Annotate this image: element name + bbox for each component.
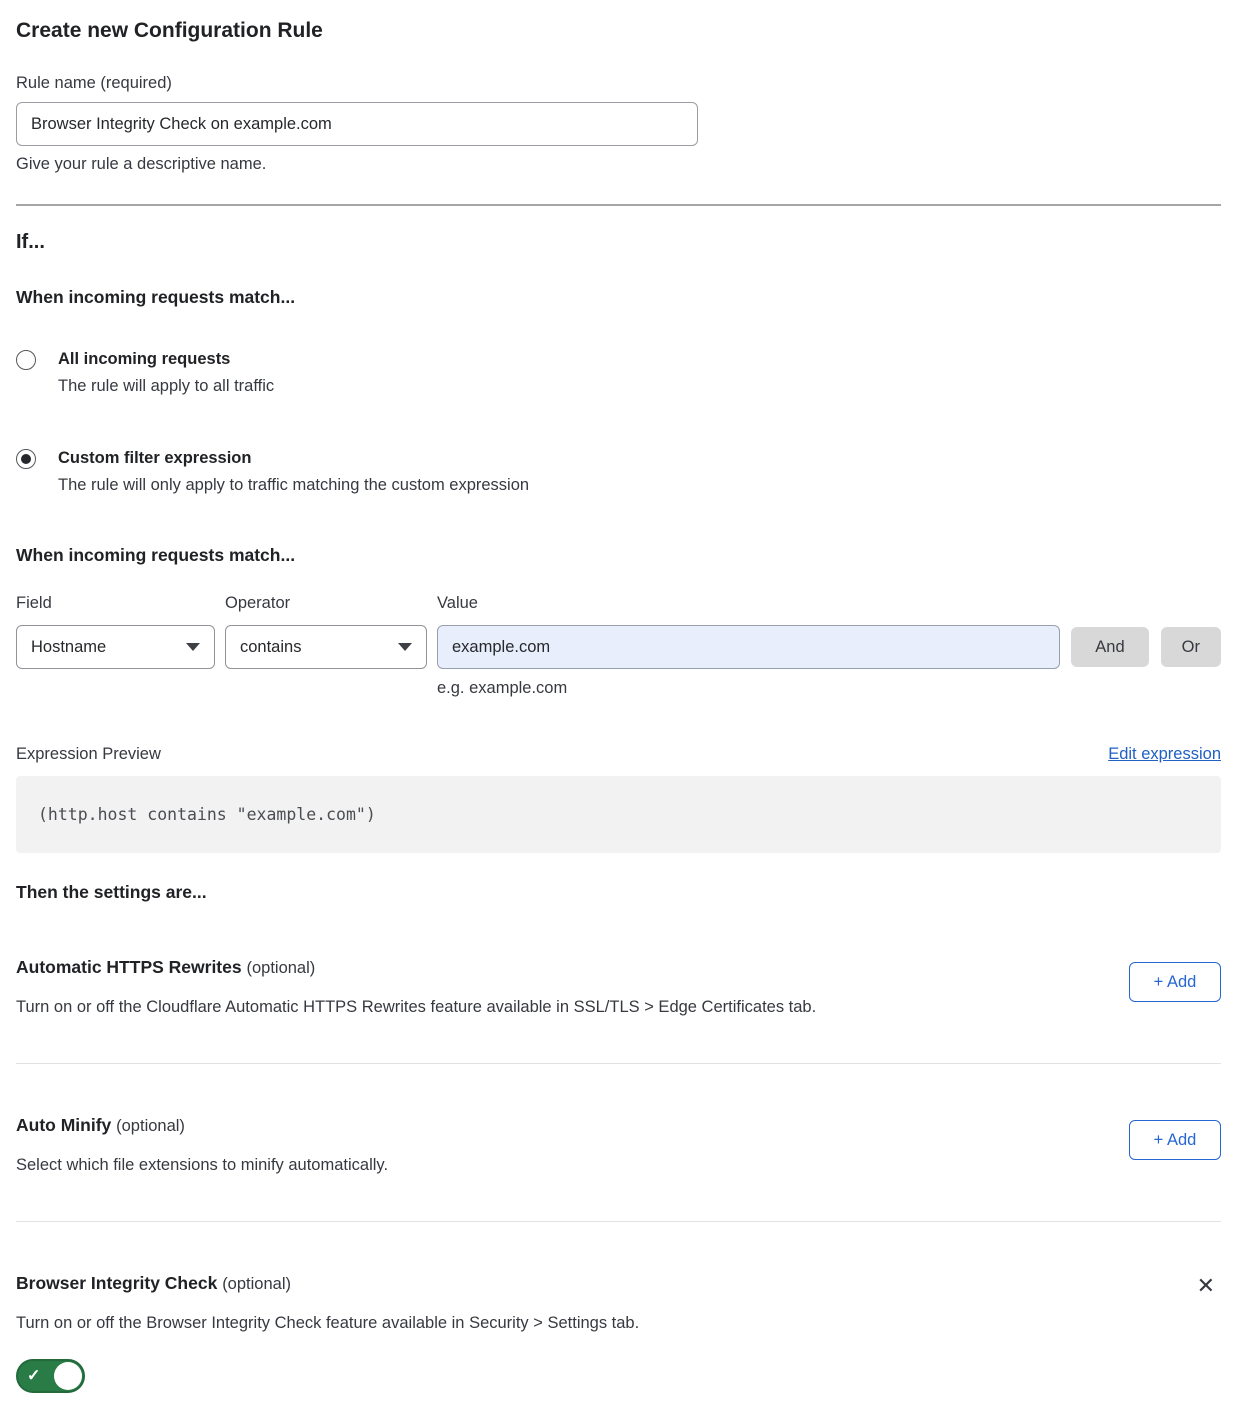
value-helper: e.g. example.com — [437, 679, 1060, 698]
radio-all-incoming-text: All incoming requests The rule will appl… — [58, 349, 274, 396]
expression-builder-row: Field Hostname Operator contains Value e… — [16, 594, 1221, 698]
match-heading: When incoming requests match... — [16, 287, 1221, 308]
setting-auto-minify-title: Auto Minify (optional) — [16, 1115, 388, 1137]
and-button[interactable]: And — [1071, 627, 1148, 667]
setting-bic-description: Turn on or off the Browser Integrity Che… — [16, 1314, 639, 1333]
optional-tag: (optional) — [116, 1117, 185, 1135]
setting-auto-minify-description: Select which file extensions to minify a… — [16, 1156, 388, 1175]
radio-option-all-incoming[interactable]: All incoming requests The rule will appl… — [16, 349, 1221, 396]
setting-automatic-https-rewrites: Automatic HTTPS Rewrites (optional) Turn… — [16, 903, 1221, 1064]
rule-name-helper: Give your rule a descriptive name. — [16, 155, 1221, 174]
radio-custom-filter-description: The rule will only apply to traffic matc… — [58, 476, 529, 495]
field-select-value: Hostname — [31, 638, 106, 657]
add-auto-minify-button[interactable]: + Add — [1129, 1120, 1221, 1160]
field-select[interactable]: Hostname — [16, 625, 215, 669]
section-divider — [16, 204, 1221, 206]
operator-select[interactable]: contains — [225, 625, 427, 669]
radio-option-custom-filter[interactable]: Custom filter expression The rule will o… — [16, 448, 1221, 495]
setting-https-rewrites-description: Turn on or off the Cloudflare Automatic … — [16, 998, 816, 1017]
add-https-rewrites-button[interactable]: + Add — [1129, 962, 1221, 1002]
radio-all-incoming-description: The rule will apply to all traffic — [58, 377, 274, 396]
chevron-down-icon — [398, 643, 412, 651]
if-heading: If... — [16, 230, 1221, 254]
create-configuration-rule-page: Create new Configuration Rule Rule name … — [0, 0, 1237, 1415]
optional-tag: (optional) — [222, 1275, 291, 1293]
or-button[interactable]: Or — [1161, 627, 1221, 667]
radio-custom-filter-text: Custom filter expression The rule will o… — [58, 448, 529, 495]
setting-auto-minify: Auto Minify (optional) Select which file… — [16, 1064, 1221, 1222]
chevron-down-icon — [186, 643, 200, 651]
value-label: Value — [437, 594, 1060, 613]
field-column: Field Hostname — [16, 594, 215, 698]
andor-buttons: And Or — [1071, 594, 1221, 698]
setting-bic-title: Browser Integrity Check (optional) — [16, 1273, 639, 1295]
operator-label: Operator — [225, 594, 427, 613]
rule-name-label: Rule name (required) — [16, 74, 1221, 93]
radio-all-incoming-label[interactable]: All incoming requests — [58, 349, 274, 369]
expression-preview-label: Expression Preview — [16, 745, 161, 764]
close-icon[interactable]: ✕ — [1191, 1273, 1221, 1299]
setting-auto-minify-text: Auto Minify (optional) Select which file… — [16, 1115, 388, 1175]
radio-custom-filter[interactable] — [16, 449, 36, 469]
rule-name-input[interactable] — [16, 102, 698, 146]
page-title: Create new Configuration Rule — [16, 18, 1221, 43]
browser-integrity-toggle[interactable]: ✓ — [16, 1359, 85, 1393]
expression-preview-code: (http.host contains "example.com") — [16, 776, 1221, 853]
value-input[interactable] — [437, 625, 1060, 669]
setting-https-rewrites-title: Automatic HTTPS Rewrites (optional) — [16, 957, 816, 979]
toggle-knob — [54, 1362, 82, 1390]
then-heading: Then the settings are... — [16, 882, 1221, 903]
optional-tag: (optional) — [246, 959, 315, 977]
value-column: Value e.g. example.com — [437, 594, 1060, 698]
edit-expression-link[interactable]: Edit expression — [1108, 745, 1221, 764]
setting-browser-integrity-check: Browser Integrity Check (optional) Turn … — [16, 1222, 1221, 1398]
radio-custom-filter-label[interactable]: Custom filter expression — [58, 448, 529, 468]
setting-bic-text: Browser Integrity Check (optional) Turn … — [16, 1273, 639, 1333]
builder-heading: When incoming requests match... — [16, 545, 1221, 566]
check-icon: ✓ — [27, 1366, 40, 1386]
setting-https-rewrites-text: Automatic HTTPS Rewrites (optional) Turn… — [16, 957, 816, 1017]
radio-all-incoming[interactable] — [16, 350, 36, 370]
field-label: Field — [16, 594, 215, 613]
operator-column: Operator contains — [225, 594, 427, 698]
expression-preview-header: Expression Preview Edit expression — [16, 745, 1221, 764]
operator-select-value: contains — [240, 638, 301, 657]
